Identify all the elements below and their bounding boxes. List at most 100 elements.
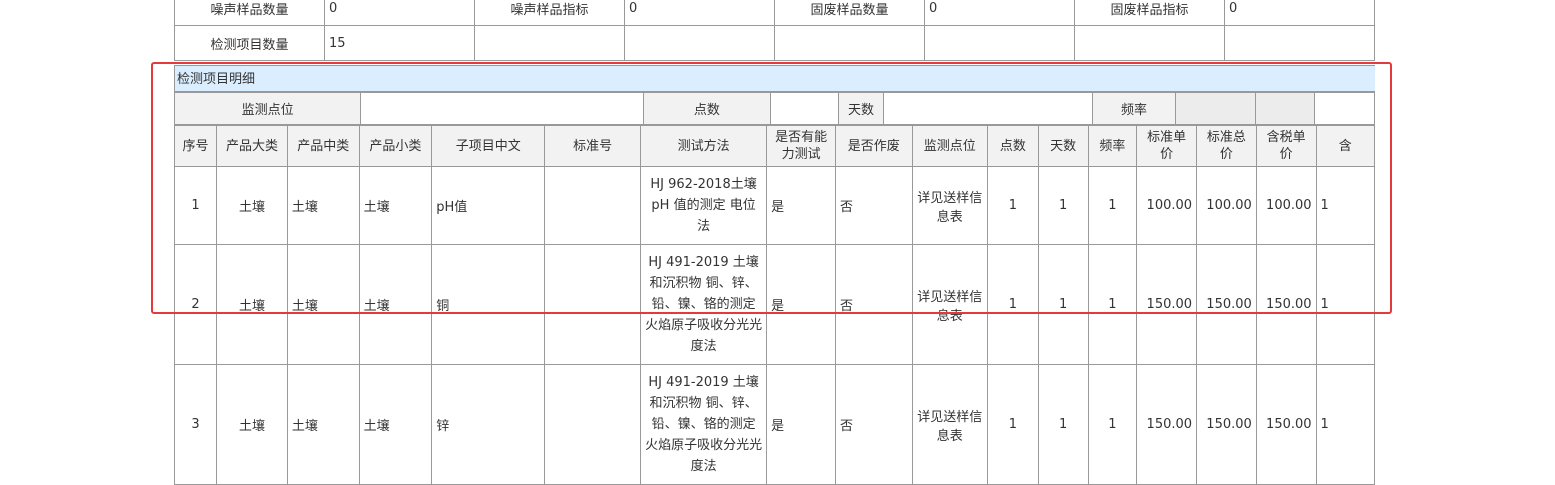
filter-days-label: 天数 (838, 92, 884, 125)
cell-cat3: 土壤 (358, 166, 433, 245)
cell-unit-price: 100.00 (1136, 166, 1198, 245)
cell-item: 铜 (431, 244, 546, 365)
filter-table: 监测点位 点数 天数 频率 (174, 92, 1375, 125)
cell-method: HJ 491-2019 土壤和沉积物 铜、锌、铅、镍、铬的测定 火焰原子吸收分光… (639, 364, 768, 485)
table-header-row: 序号 产品大类 产品中类 产品小类 子项目中文 标准号 测试方法 是否有能力测试… (174, 125, 1375, 167)
col-header: 标准号 (544, 125, 641, 167)
col-header: 是否有能力测试 (766, 125, 837, 167)
cell-item: pH值 (431, 166, 546, 245)
cell-more: 1 (1315, 364, 1375, 485)
section-title: 检测项目明细 (174, 65, 1375, 92)
summary-value: 0 (1224, 0, 1375, 26)
cell-point: 详见送样信息表 (911, 244, 989, 365)
filter-freq-input[interactable] (1175, 92, 1257, 125)
cell-cat2: 土壤 (286, 244, 360, 365)
col-header: 频率 (1087, 125, 1138, 167)
col-header: 标准单价 (1136, 125, 1198, 167)
summary-cell (924, 25, 1075, 61)
cell-more: 1 (1315, 244, 1375, 365)
cell-cat1: 土壤 (216, 244, 288, 365)
col-header: 子项目中文 (431, 125, 546, 167)
col-header: 含税单价 (1255, 125, 1317, 167)
summary-cell (624, 25, 775, 61)
filter-days-input[interactable] (882, 92, 1093, 125)
filter-point-label: 监测点位 (174, 92, 362, 125)
summary-row: 噪声样品数量 0 噪声样品指标 0 固废样品数量 0 固废样品指标 0 (174, 0, 1375, 26)
cell-std (544, 244, 641, 365)
cell-point: 详见送样信息表 (911, 364, 989, 485)
cell-total-price: 150.00 (1196, 364, 1257, 485)
summary-label: 噪声样品指标 (474, 0, 625, 26)
cell-tax-price: 150.00 (1255, 244, 1317, 365)
col-header: 是否作废 (835, 125, 913, 167)
cell-capable: 是 (766, 166, 837, 245)
cell-cat1: 土壤 (216, 364, 288, 485)
cell-point: 详见送样信息表 (911, 166, 989, 245)
summary-value: 0 (624, 0, 775, 26)
cell-cat3: 土壤 (358, 364, 433, 485)
summary-value: 0 (324, 0, 475, 26)
summary-cell (1074, 25, 1225, 61)
filter-cell (1255, 92, 1316, 125)
cell-capable: 是 (766, 244, 837, 365)
filter-point-input[interactable] (360, 92, 644, 125)
cell-days: 1 (1037, 364, 1089, 485)
detail-table: 序号 产品大类 产品中类 产品小类 子项目中文 标准号 测试方法 是否有能力测试… (174, 125, 1375, 485)
filter-cell (1314, 92, 1375, 125)
filter-count-label: 点数 (642, 92, 771, 125)
cell-freq: 1 (1087, 364, 1138, 485)
cell-tax-price: 150.00 (1255, 364, 1317, 485)
cell-points: 1 (987, 166, 1039, 245)
table-row[interactable]: 3 土壤 土壤 土壤 锌 HJ 491-2019 土壤和沉积物 铜、锌、铅、镍、… (174, 364, 1375, 485)
cell-freq: 1 (1087, 166, 1138, 245)
cell-no: 3 (174, 364, 218, 485)
summary-table: 噪声样品数量 0 噪声样品指标 0 固废样品数量 0 固废样品指标 0 检测项目… (174, 0, 1375, 61)
cell-unit-price: 150.00 (1136, 364, 1198, 485)
summary-value: 15 (324, 25, 475, 61)
cell-points: 1 (987, 244, 1039, 365)
table-row[interactable]: 1 土壤 土壤 土壤 pH值 HJ 962-2018土壤pH 值的测定 电位法 … (174, 166, 1375, 245)
cell-days: 1 (1037, 244, 1089, 365)
col-header: 测试方法 (639, 125, 768, 167)
summary-row: 检测项目数量 15 (174, 25, 1375, 61)
col-header: 含 (1315, 125, 1375, 167)
col-header: 产品中类 (286, 125, 360, 167)
cell-capable: 是 (766, 364, 837, 485)
cell-freq: 1 (1087, 244, 1138, 365)
cell-tax-price: 100.00 (1255, 166, 1317, 245)
col-header: 产品小类 (358, 125, 433, 167)
cell-item: 锌 (431, 364, 546, 485)
table-row[interactable]: 2 土壤 土壤 土壤 铜 HJ 491-2019 土壤和沉积物 铜、锌、铅、镍、… (174, 244, 1375, 365)
cell-unit-price: 150.00 (1136, 244, 1198, 365)
detail-section: 检测项目明细 监测点位 点数 天数 频率 序号 产品大类 产品中类 产品小类 子… (174, 65, 1375, 485)
cell-void: 否 (835, 244, 913, 365)
cell-method: HJ 962-2018土壤pH 值的测定 电位法 (639, 166, 768, 245)
col-header: 点数 (987, 125, 1039, 167)
summary-cell (1224, 25, 1375, 61)
cell-cat1: 土壤 (216, 166, 288, 245)
cell-no: 2 (174, 244, 218, 365)
cell-cat2: 土壤 (286, 166, 360, 245)
cell-no: 1 (174, 166, 218, 245)
summary-label: 固废样品指标 (1074, 0, 1225, 26)
col-header: 天数 (1037, 125, 1089, 167)
filter-count-input[interactable] (769, 92, 840, 125)
filter-freq-label: 频率 (1091, 92, 1177, 125)
cell-std (544, 364, 641, 485)
summary-label: 固废样品数量 (774, 0, 925, 26)
cell-more: 1 (1315, 166, 1375, 245)
cell-total-price: 100.00 (1196, 166, 1257, 245)
cell-cat3: 土壤 (358, 244, 433, 365)
col-header: 产品大类 (216, 125, 288, 167)
cell-points: 1 (987, 364, 1039, 485)
cell-void: 否 (835, 166, 913, 245)
cell-void: 否 (835, 364, 913, 485)
cell-total-price: 150.00 (1196, 244, 1257, 365)
summary-label: 噪声样品数量 (174, 0, 325, 26)
cell-std (544, 166, 641, 245)
summary-cell (774, 25, 925, 61)
col-header: 监测点位 (911, 125, 989, 167)
col-header: 序号 (174, 125, 218, 167)
summary-cell (474, 25, 625, 61)
summary-label: 检测项目数量 (174, 25, 325, 61)
